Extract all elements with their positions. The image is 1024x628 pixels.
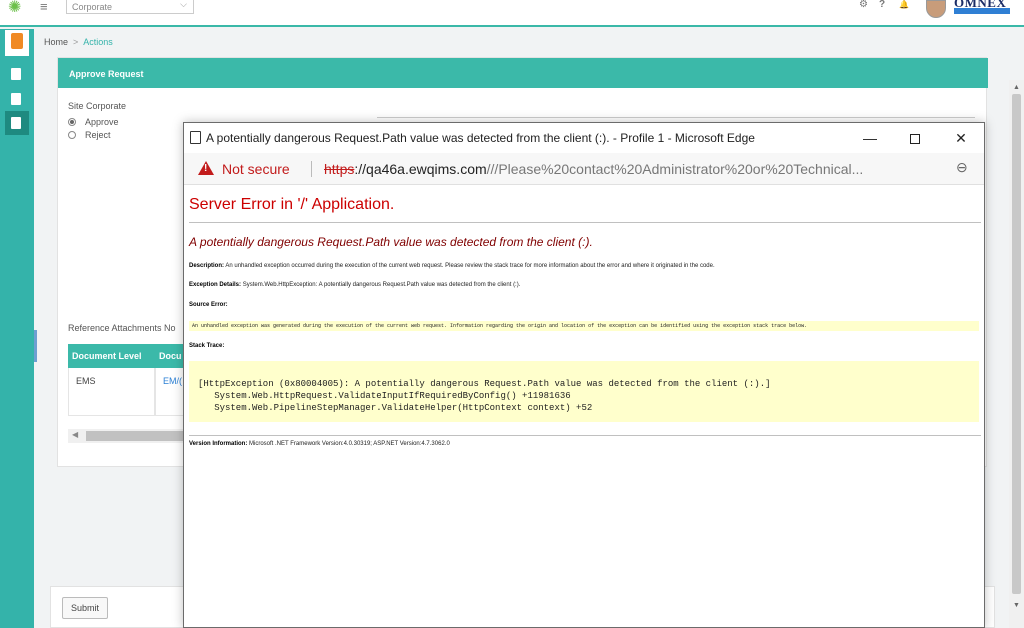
edge-window-title: A potentially dangerous Request.Path val… (206, 131, 755, 145)
divider-bottom (189, 435, 981, 436)
address-separator (311, 161, 312, 177)
help-icon[interactable]: ? (879, 0, 885, 10)
column-header-document[interactable]: Docu (155, 344, 185, 368)
approve-radio[interactable] (68, 118, 76, 126)
close-button[interactable]: ✕ (941, 127, 981, 149)
breadcrumb: Home > Actions (44, 37, 113, 47)
stack-trace-label: Stack Trace: (189, 343, 225, 349)
stack-trace-box: [HttpException (0x80004005): A potential… (189, 361, 979, 422)
breadcrumb-home[interactable]: Home (44, 37, 68, 47)
description-text: An unhandled exception occurred during t… (225, 263, 715, 269)
column-header-document-level[interactable]: Document Level (68, 344, 155, 368)
not-secure-label[interactable]: Not secure (222, 161, 290, 177)
version-label: Version Information: (189, 441, 248, 447)
error-page: Server Error in '/' Application. A poten… (184, 185, 984, 627)
edge-popup-window: A potentially dangerous Request.Path val… (183, 122, 985, 628)
panel-title: Approve Request (58, 58, 988, 88)
url-scheme: https (324, 161, 355, 177)
reject-radio[interactable] (68, 131, 76, 139)
maximize-icon (910, 134, 920, 145)
sidebar-collapse-tab[interactable] (34, 330, 37, 362)
scrollbar-thumb[interactable] (86, 431, 186, 441)
server-error-title: Server Error in '/' Application. (189, 196, 395, 213)
address-bar[interactable]: ! Not secure https://qa46a.ewqims.com///… (184, 153, 984, 185)
sidebar-item-actions-icon (11, 117, 21, 129)
table-cell-document-link[interactable]: EM/( (155, 368, 185, 416)
zoom-icon[interactable]: ⊖ (956, 159, 968, 176)
user-avatar[interactable] (926, 0, 946, 18)
url-host: ://qa46a.ewqims.com (354, 161, 487, 177)
divider (189, 222, 981, 223)
description-label: Description: (189, 263, 225, 269)
minimize-button[interactable]: — (850, 127, 890, 149)
document-app-icon (11, 33, 23, 49)
bell-icon[interactable]: 🔔 (899, 0, 909, 10)
breadcrumb-current[interactable]: Actions (83, 37, 113, 47)
brand-logo-bar (954, 8, 1010, 14)
exception-label: Exception Details: (189, 282, 242, 288)
scroll-down-icon[interactable]: ▼ (1013, 602, 1020, 609)
hamburger-menu-icon[interactable]: ≡ (40, 0, 48, 14)
maximize-button[interactable] (895, 127, 935, 149)
approve-label: Approve (85, 117, 119, 127)
source-error-box: An unhandled exception was generated dur… (189, 321, 979, 331)
reject-label: Reject (85, 130, 111, 140)
site-label: Site Corporate (68, 101, 127, 111)
app-logo-icon[interactable]: ✺ (8, 0, 24, 16)
top-bar: ✺ ≡ Corporate ⌵ ⚙ ? 🔔 OMNEX (0, 0, 1024, 27)
version-line: Version Information: Microsoft .NET Fram… (189, 441, 450, 447)
description-line: Description: An unhandled exception occu… (189, 263, 715, 269)
error-subtitle: A potentially dangerous Request.Path val… (189, 235, 593, 249)
breadcrumb-separator: > (73, 37, 79, 47)
scroll-left-icon[interactable]: ◀ (72, 430, 78, 439)
chevron-down-icon: ⌵ (180, 0, 187, 9)
source-error-line: Source Error: (189, 302, 228, 308)
site-select[interactable]: Corporate ⌵ (66, 0, 194, 14)
source-error-label: Source Error: (189, 302, 228, 308)
page-scrollbar-thumb[interactable] (1012, 94, 1021, 594)
site-select-value: Corporate (72, 2, 113, 12)
exception-text: System.Web.HttpException: A potentially … (242, 282, 521, 288)
warning-icon-mark: ! (204, 163, 208, 174)
reject-option[interactable]: Reject (68, 130, 111, 140)
edge-title-bar[interactable]: A potentially dangerous Request.Path val… (184, 123, 984, 153)
page-icon (190, 131, 201, 144)
table-cell-document-level: EMS (68, 368, 155, 416)
stack-trace-line: Stack Trace: (189, 343, 224, 349)
sidebar-item-report-icon[interactable] (11, 93, 21, 105)
gear-icon[interactable]: ⚙ (859, 0, 868, 10)
page-vertical-scrollbar[interactable]: ▲ ▼ (1009, 80, 1024, 628)
reference-attachments-label: Reference Attachments No (68, 323, 176, 333)
exception-line: Exception Details: System.Web.HttpExcept… (189, 282, 520, 288)
table-horizontal-scrollbar[interactable]: ◀ (68, 429, 188, 443)
sidebar-item-document-icon[interactable] (11, 68, 21, 80)
url-text[interactable]: https://qa46a.ewqims.com///Please%20cont… (324, 161, 944, 177)
submit-button[interactable]: Submit (62, 597, 108, 619)
url-path: ///Please%20contact%20Administrator%20or… (486, 161, 864, 177)
approve-option[interactable]: Approve (68, 117, 119, 127)
scroll-up-icon[interactable]: ▲ (1013, 84, 1020, 91)
version-text: Microsoft .NET Framework Version:4.0.303… (249, 441, 450, 447)
